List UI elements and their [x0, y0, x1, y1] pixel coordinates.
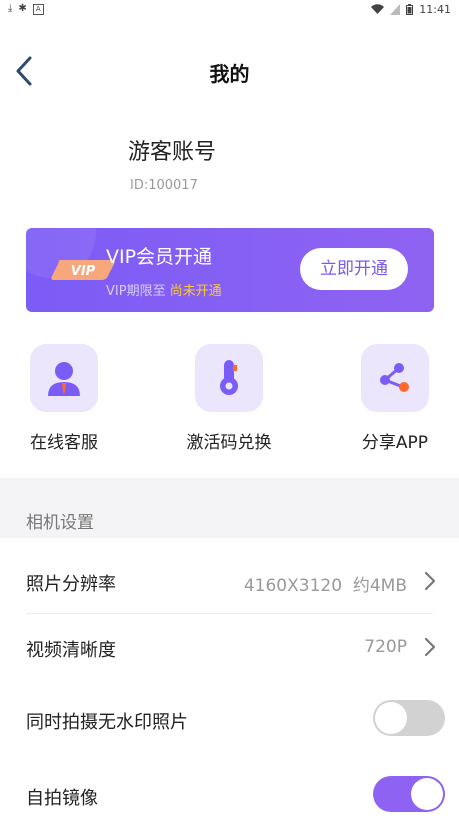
activation-code-label: 激活码兑换: [186, 433, 272, 453]
page-title: 我的: [209, 62, 250, 86]
profile-id: ID:100017: [130, 178, 198, 193]
selfie-mirror-label: 自拍镜像: [26, 788, 98, 809]
profile-name: 游客账号: [128, 140, 217, 165]
toggle-knob: [375, 702, 407, 734]
customer-service-icon: [30, 344, 98, 412]
video-quality-value: 720P: [364, 637, 407, 657]
download-icon: ⤓: [8, 3, 13, 14]
share-app-action[interactable]: 分享APP: [335, 344, 455, 453]
toggle-knob: [411, 778, 443, 810]
video-quality-row[interactable]: 视频清晰度 720P: [0, 614, 459, 680]
chevron-right-icon: [424, 637, 436, 657]
share-app-label: 分享APP: [361, 433, 429, 453]
key-icon: [195, 344, 263, 412]
activation-code-action[interactable]: 激活码兑换: [169, 344, 289, 453]
battery-icon: [406, 4, 414, 15]
video-quality-label: 视频清晰度: [26, 640, 116, 661]
selfie-mirror-row: 自拍镜像: [0, 762, 459, 828]
selfie-mirror-toggle[interactable]: [373, 776, 445, 812]
share-icon: [361, 344, 429, 412]
a-icon: A: [32, 3, 44, 15]
customer-service-action[interactable]: 在线客服: [4, 344, 124, 453]
customer-service-label: 在线客服: [30, 433, 98, 453]
photo-resolution-label: 照片分辨率: [26, 574, 116, 595]
chevron-right-icon: [424, 571, 436, 591]
bug-icon: ✱: [18, 3, 27, 14]
vip-title: VIP会员开通: [106, 246, 213, 268]
vip-expiry-value: 尚未开通: [169, 284, 222, 299]
status-bar: ⤓ ✱ A 11:41: [0, 0, 459, 20]
wifi-icon: [371, 4, 385, 14]
vip-card: VIP VIP会员开通 VIP期限至 尚未开通 立即开通: [26, 228, 434, 312]
vip-expiry-label: VIP期限至: [106, 284, 166, 299]
top-bar: 我的: [0, 44, 459, 100]
no-watermark-label: 同时拍摄无水印照片: [26, 712, 188, 733]
no-watermark-row: 同时拍摄无水印照片: [0, 686, 459, 752]
photo-resolution-row[interactable]: 照片分辨率 4160X3120 约4MB: [0, 548, 459, 614]
vip-activate-button[interactable]: 立即开通: [300, 248, 408, 290]
camera-settings-title: 相机设置: [26, 513, 94, 533]
signal-icon: [390, 4, 401, 15]
photo-resolution-value: 4160X3120 约4MB: [243, 576, 407, 596]
vip-badge-label: VIP: [71, 264, 96, 279]
vip-expiry: VIP期限至 尚未开通: [106, 280, 222, 299]
status-time: 11:41: [419, 3, 451, 16]
no-watermark-toggle[interactable]: [373, 700, 445, 736]
